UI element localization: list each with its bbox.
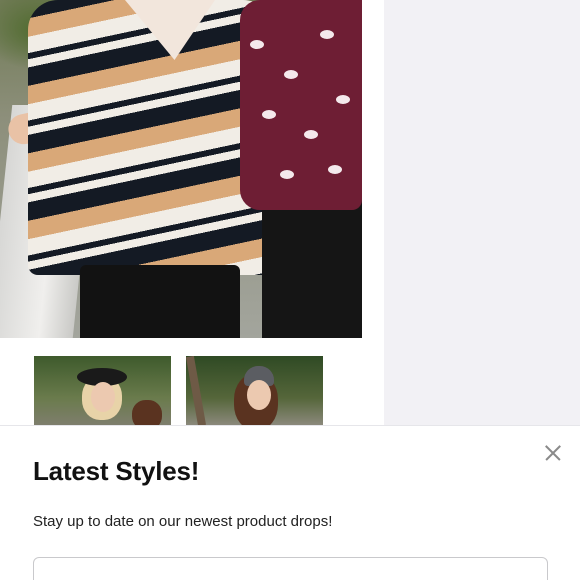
black-pants bbox=[80, 265, 240, 338]
popup-subtitle: Stay up to date on our newest product dr… bbox=[33, 513, 333, 530]
face bbox=[247, 380, 271, 410]
tree-trunk bbox=[186, 356, 207, 426]
email-input[interactable] bbox=[33, 557, 548, 580]
burgundy-sweater bbox=[240, 0, 362, 210]
striped-sweater bbox=[28, 0, 273, 275]
hair bbox=[132, 400, 162, 426]
product-thumbnail-1[interactable] bbox=[34, 356, 171, 426]
product-thumbnail-2[interactable] bbox=[186, 356, 323, 426]
side-panel bbox=[384, 0, 580, 426]
popup-title: Latest Styles! bbox=[33, 456, 200, 486]
face bbox=[91, 382, 115, 412]
main-product-image[interactable] bbox=[0, 0, 362, 338]
close-icon[interactable] bbox=[542, 442, 564, 464]
